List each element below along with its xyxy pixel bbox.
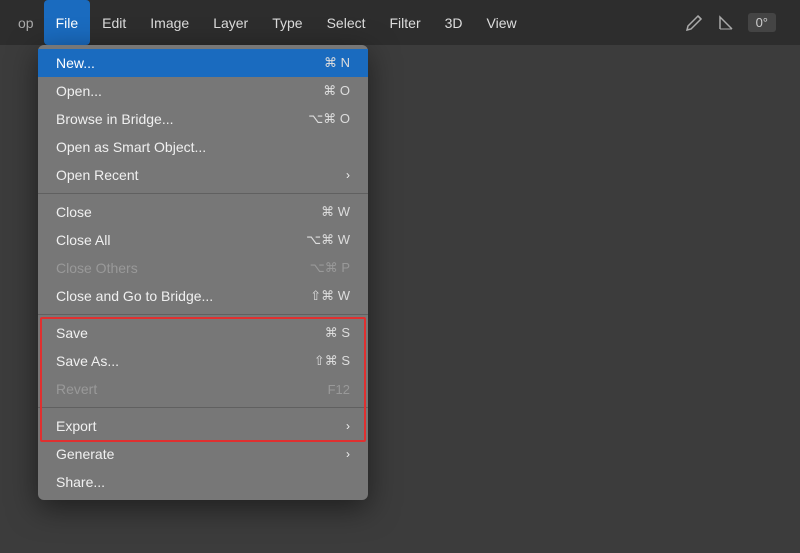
menu-edit[interactable]: Edit xyxy=(90,0,138,45)
menu-type[interactable]: Type xyxy=(260,0,314,45)
menu-item-close-others: Close Others ⌥⌘ P xyxy=(38,254,368,282)
menu-item-close-all[interactable]: Close All ⌥⌘ W xyxy=(38,226,368,254)
separator-1 xyxy=(38,193,368,194)
menu-item-open-recent[interactable]: Open Recent › xyxy=(38,161,368,189)
menu-item-save[interactable]: Save ⌘ S xyxy=(38,319,368,347)
menu-item-open[interactable]: Open... ⌘ O xyxy=(38,77,368,105)
menu-image[interactable]: Image xyxy=(138,0,201,45)
menu-select[interactable]: Select xyxy=(315,0,378,45)
menu-item-close-bridge[interactable]: Close and Go to Bridge... ⇧⌘ W xyxy=(38,282,368,310)
export-arrow: › xyxy=(346,419,350,433)
menubar-right: 0° xyxy=(684,0,792,45)
menu-item-open-smart[interactable]: Open as Smart Object... xyxy=(38,133,368,161)
separator-3 xyxy=(38,407,368,408)
menubar: op File Edit Image Layer Type Select Fil… xyxy=(0,0,800,45)
menu-item-close[interactable]: Close ⌘ W xyxy=(38,198,368,226)
toolbar-controls: 0° xyxy=(684,13,792,33)
edit-icon[interactable] xyxy=(684,13,704,33)
app-name: op xyxy=(8,0,44,45)
menu-item-generate[interactable]: Generate › xyxy=(38,440,368,468)
menu-layer[interactable]: Layer xyxy=(201,0,260,45)
menu-item-new[interactable]: New... ⌘ N xyxy=(38,49,368,77)
menu-item-export[interactable]: Export › xyxy=(38,412,368,440)
menu-view[interactable]: View xyxy=(475,0,529,45)
menu-3d[interactable]: 3D xyxy=(433,0,475,45)
generate-arrow: › xyxy=(346,447,350,461)
menu-file[interactable]: File xyxy=(44,0,91,45)
menu-item-revert: Revert F12 xyxy=(38,375,368,403)
angle-value[interactable]: 0° xyxy=(748,13,776,32)
menu-item-share[interactable]: Share... xyxy=(38,468,368,496)
file-dropdown-menu: New... ⌘ N Open... ⌘ O Browse in Bridge.… xyxy=(38,45,368,500)
menu-item-save-as[interactable]: Save As... ⇧⌘ S xyxy=(38,347,368,375)
menu-filter[interactable]: Filter xyxy=(378,0,433,45)
submenu-arrow: › xyxy=(346,168,350,182)
separator-2 xyxy=(38,314,368,315)
angle-icon xyxy=(716,13,736,33)
menu-item-browse-bridge[interactable]: Browse in Bridge... ⌥⌘ O xyxy=(38,105,368,133)
